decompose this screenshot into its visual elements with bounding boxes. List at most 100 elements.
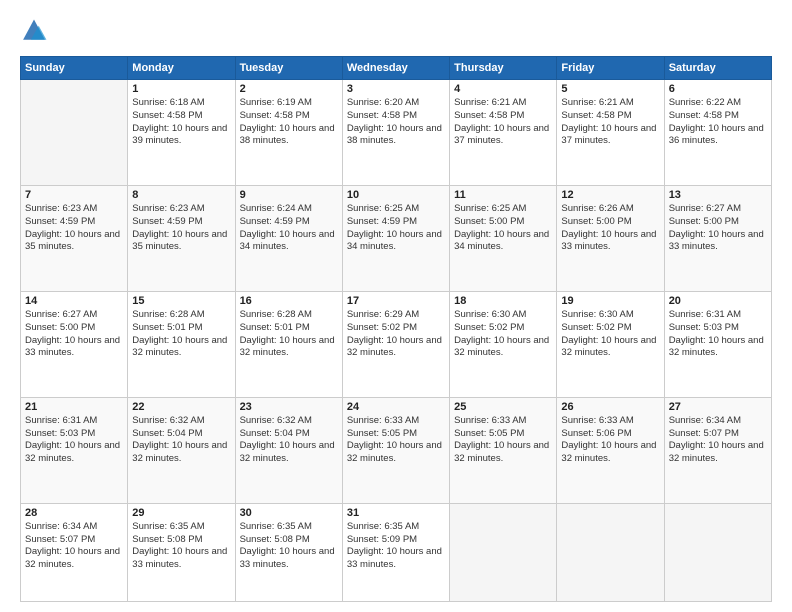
day-info: Sunrise: 6:19 AMSunset: 4:58 PMDaylight:… [240,97,338,148]
calendar-day-cell: 29 Sunrise: 6:35 AMSunset: 5:08 PMDayligh… [128,503,235,601]
calendar-day-cell: 5 Sunrise: 6:21 AMSunset: 4:58 PMDaylight… [557,80,664,186]
day-info: Sunrise: 6:34 AMSunset: 5:07 PMDaylight:… [669,415,767,466]
day-number: 14 [25,295,123,307]
day-number: 10 [347,189,445,201]
day-info: Sunrise: 6:31 AMSunset: 5:03 PMDaylight:… [669,309,767,360]
logo [20,18,52,46]
calendar-day-cell [557,503,664,601]
day-info: Sunrise: 6:35 AMSunset: 5:08 PMDaylight:… [132,521,230,572]
weekday-header: Sunday [21,57,128,80]
day-number: 12 [561,189,659,201]
calendar-day-cell: 27 Sunrise: 6:34 AMSunset: 5:07 PMDayligh… [664,397,771,503]
calendar-day-cell: 30 Sunrise: 6:35 AMSunset: 5:08 PMDayligh… [235,503,342,601]
day-number: 23 [240,401,338,413]
day-number: 16 [240,295,338,307]
calendar-day-cell [664,503,771,601]
day-number: 30 [240,507,338,519]
day-info: Sunrise: 6:28 AMSunset: 5:01 PMDaylight:… [240,309,338,360]
day-number: 8 [132,189,230,201]
day-info: Sunrise: 6:27 AMSunset: 5:00 PMDaylight:… [669,203,767,254]
day-number: 26 [561,401,659,413]
calendar-day-cell: 23 Sunrise: 6:32 AMSunset: 5:04 PMDayligh… [235,397,342,503]
calendar-day-cell: 19 Sunrise: 6:30 AMSunset: 5:02 PMDayligh… [557,291,664,397]
calendar-day-cell: 2 Sunrise: 6:19 AMSunset: 4:58 PMDaylight… [235,80,342,186]
calendar-week-row: 14 Sunrise: 6:27 AMSunset: 5:00 PMDayligh… [21,291,772,397]
calendar-day-cell: 20 Sunrise: 6:31 AMSunset: 5:03 PMDayligh… [664,291,771,397]
day-info: Sunrise: 6:18 AMSunset: 4:58 PMDaylight:… [132,97,230,148]
calendar-week-row: 1 Sunrise: 6:18 AMSunset: 4:58 PMDaylight… [21,80,772,186]
calendar-day-cell: 17 Sunrise: 6:29 AMSunset: 5:02 PMDayligh… [342,291,449,397]
day-number: 17 [347,295,445,307]
calendar-day-cell: 8 Sunrise: 6:23 AMSunset: 4:59 PMDaylight… [128,185,235,291]
calendar-day-cell: 4 Sunrise: 6:21 AMSunset: 4:58 PMDaylight… [450,80,557,186]
day-number: 5 [561,83,659,95]
calendar-day-cell: 28Sunrise: 6:34 AMSunset: 5:07 PMDayligh… [21,503,128,601]
day-info: Sunrise: 6:24 AMSunset: 4:59 PMDaylight:… [240,203,338,254]
calendar-day-cell: 13 Sunrise: 6:27 AMSunset: 5:00 PMDayligh… [664,185,771,291]
day-number: 21 [25,401,123,413]
day-info: Sunrise: 6:28 AMSunset: 5:01 PMDaylight:… [132,309,230,360]
day-info: Sunrise: 6:22 AMSunset: 4:58 PMDaylight:… [669,97,767,148]
day-number: 2 [240,83,338,95]
calendar-page: SundayMondayTuesdayWednesdayThursdayFrid… [0,0,792,612]
day-number: 9 [240,189,338,201]
day-info: Sunrise: 6:25 AMSunset: 4:59 PMDaylight:… [347,203,445,254]
calendar-day-cell [450,503,557,601]
day-number: 15 [132,295,230,307]
calendar-table: SundayMondayTuesdayWednesdayThursdayFrid… [20,56,772,602]
calendar-day-cell: 1 Sunrise: 6:18 AMSunset: 4:58 PMDaylight… [128,80,235,186]
weekday-header: Friday [557,57,664,80]
calendar-day-cell: 15 Sunrise: 6:28 AMSunset: 5:01 PMDayligh… [128,291,235,397]
day-number: 4 [454,83,552,95]
day-number: 3 [347,83,445,95]
day-info: Sunrise: 6:29 AMSunset: 5:02 PMDaylight:… [347,309,445,360]
day-info: Sunrise: 6:32 AMSunset: 5:04 PMDaylight:… [240,415,338,466]
calendar-day-cell: 25Sunrise: 6:33 AMSunset: 5:05 PMDayligh… [450,397,557,503]
day-info: Sunrise: 6:35 AMSunset: 5:08 PMDaylight:… [240,521,338,572]
weekday-header: Wednesday [342,57,449,80]
calendar-day-cell: 26 Sunrise: 6:33 AMSunset: 5:06 PMDayligh… [557,397,664,503]
calendar-day-cell: 3Sunrise: 6:20 AMSunset: 4:58 PMDaylight… [342,80,449,186]
day-number: 25 [454,401,552,413]
day-info: Sunrise: 6:33 AMSunset: 5:06 PMDaylight:… [561,415,659,466]
day-info: Sunrise: 6:21 AMSunset: 4:58 PMDaylight:… [454,97,552,148]
calendar-week-row: 21 Sunrise: 6:31 AMSunset: 5:03 PMDayligh… [21,397,772,503]
day-number: 20 [669,295,767,307]
calendar-week-row: 28Sunrise: 6:34 AMSunset: 5:07 PMDayligh… [21,503,772,601]
weekday-header: Monday [128,57,235,80]
logo-icon [20,18,48,46]
day-info: Sunrise: 6:21 AMSunset: 4:58 PMDaylight:… [561,97,659,148]
calendar-day-cell: 18Sunrise: 6:30 AMSunset: 5:02 PMDayligh… [450,291,557,397]
day-info: Sunrise: 6:31 AMSunset: 5:03 PMDaylight:… [25,415,123,466]
weekday-header: Saturday [664,57,771,80]
day-number: 19 [561,295,659,307]
day-info: Sunrise: 6:23 AMSunset: 4:59 PMDaylight:… [132,203,230,254]
day-number: 28 [25,507,123,519]
calendar-day-cell [21,80,128,186]
day-number: 6 [669,83,767,95]
day-number: 29 [132,507,230,519]
day-info: Sunrise: 6:35 AMSunset: 5:09 PMDaylight:… [347,521,445,572]
weekday-header: Tuesday [235,57,342,80]
calendar-day-cell: 11 Sunrise: 6:25 AMSunset: 5:00 PMDayligh… [450,185,557,291]
page-header [20,18,772,46]
day-info: Sunrise: 6:30 AMSunset: 5:02 PMDaylight:… [561,309,659,360]
day-info: Sunrise: 6:23 AMSunset: 4:59 PMDaylight:… [25,203,123,254]
day-number: 13 [669,189,767,201]
day-info: Sunrise: 6:25 AMSunset: 5:00 PMDaylight:… [454,203,552,254]
day-number: 1 [132,83,230,95]
day-info: Sunrise: 6:30 AMSunset: 5:02 PMDaylight:… [454,309,552,360]
calendar-day-cell: 7 Sunrise: 6:23 AMSunset: 4:59 PMDaylight… [21,185,128,291]
weekday-header-row: SundayMondayTuesdayWednesdayThursdayFrid… [21,57,772,80]
calendar-day-cell: 21 Sunrise: 6:31 AMSunset: 5:03 PMDayligh… [21,397,128,503]
day-number: 7 [25,189,123,201]
calendar-day-cell: 31Sunrise: 6:35 AMSunset: 5:09 PMDayligh… [342,503,449,601]
day-info: Sunrise: 6:32 AMSunset: 5:04 PMDaylight:… [132,415,230,466]
calendar-day-cell: 9 Sunrise: 6:24 AMSunset: 4:59 PMDaylight… [235,185,342,291]
day-number: 27 [669,401,767,413]
calendar-day-cell: 12Sunrise: 6:26 AMSunset: 5:00 PMDayligh… [557,185,664,291]
day-number: 11 [454,189,552,201]
day-info: Sunrise: 6:27 AMSunset: 5:00 PMDaylight:… [25,309,123,360]
calendar-week-row: 7 Sunrise: 6:23 AMSunset: 4:59 PMDaylight… [21,185,772,291]
calendar-day-cell: 10 Sunrise: 6:25 AMSunset: 4:59 PMDayligh… [342,185,449,291]
